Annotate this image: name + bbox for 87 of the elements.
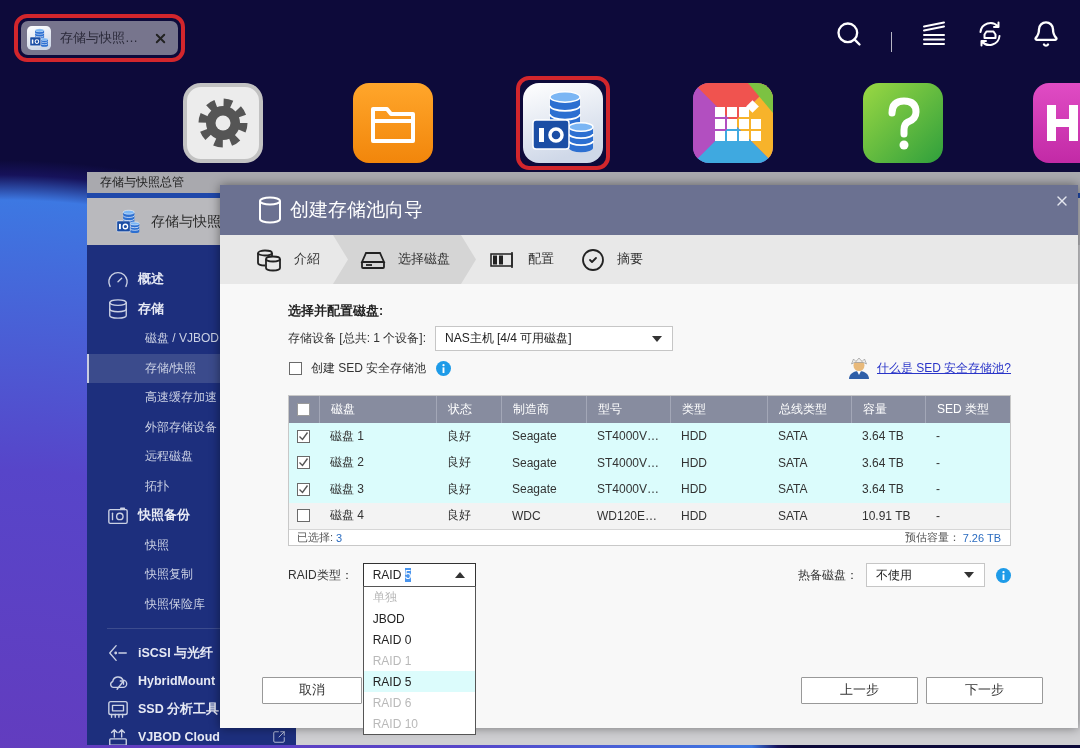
table-cell-text: 磁盘 2	[329, 454, 365, 472]
field-label: 存储设备 [总共: 1 个设备]:	[288, 330, 426, 347]
chevron-icon	[107, 642, 129, 664]
table-cell-text: SATA	[777, 481, 809, 499]
sidebar-item[interactable]: VJBOD Cloud	[87, 723, 296, 745]
table-cell-text: -	[935, 481, 941, 499]
question-mark-app-icon[interactable]	[863, 83, 943, 163]
hot-spare-select[interactable]: 不使用	[866, 563, 985, 587]
help-link[interactable]: 什么是 SED 安全存储池?	[877, 359, 1011, 377]
table-cell-text: 磁盘 3	[329, 480, 365, 498]
table-row[interactable]: 磁盘 1 良好 Seagate ST4000V… HDD SATA 3.64 TB -	[289, 423, 1010, 450]
checkbox-label: 创建 SED 安全存储池	[311, 359, 427, 377]
table-cell-text: 良好	[446, 454, 472, 472]
checkbox[interactable]	[297, 482, 310, 496]
checkbox[interactable]	[297, 429, 310, 443]
table-row[interactable]: 磁盘 2 良好 Seagate ST4000V… HDD SATA 3.64 TB -	[289, 449, 1010, 476]
storage-app-icon[interactable]	[523, 83, 603, 163]
table-cell-text: Seagate	[511, 454, 558, 472]
storage-app-icon	[27, 26, 51, 50]
table-cell-text: -	[935, 507, 941, 525]
back-button[interactable]: 上一步	[801, 677, 918, 704]
database-icon	[107, 298, 129, 321]
info-icon[interactable]	[996, 567, 1011, 583]
table-cell-text: SATA	[777, 507, 809, 525]
checkbox[interactable]	[297, 509, 310, 523]
section-title: 选择并配置磁盘:	[288, 303, 385, 320]
dropdown-option[interactable]: RAID 5	[363, 671, 475, 692]
table-cell-text: -	[935, 454, 941, 472]
stacked-lines-icon[interactable]	[920, 20, 948, 48]
table-cell-text: 磁盘 1	[329, 427, 365, 445]
table-cell-text: 3.64 TB	[861, 454, 905, 472]
gear-app-icon[interactable]	[183, 83, 263, 163]
table-cell-text: 3.64 TB	[861, 481, 905, 499]
table-cell-text: 良好	[446, 507, 472, 525]
capacity-label: 预估容量：	[904, 530, 960, 545]
table-cell-text: Seagate	[511, 481, 558, 499]
selected-count: 3	[336, 531, 343, 544]
checkbox[interactable]	[297, 456, 310, 470]
grid-app-icon[interactable]	[693, 83, 773, 163]
table-row[interactable]: 磁盘 4 良好 WDC WD120E… HDD SATA 10.91 TB -	[289, 502, 1010, 529]
database-icon	[258, 196, 282, 224]
capacity-value: 7.26 TB	[962, 531, 1001, 544]
selected-count-label: 已选择:	[297, 530, 334, 545]
table-cell-text: WDC	[511, 507, 542, 525]
table-cell-text: SATA	[777, 454, 809, 472]
cancel-button[interactable]: 取消	[262, 677, 362, 704]
wizard-step[interactable]: 摘要	[567, 235, 656, 284]
table-cell-text: 良好	[446, 480, 472, 498]
caret-icon	[652, 335, 662, 342]
cartoon-figure-icon	[847, 357, 871, 379]
caret-icon	[964, 572, 974, 578]
checkbox[interactable]	[289, 361, 302, 375]
table-cell-text: ST4000V…	[596, 454, 661, 472]
databases-icon	[256, 247, 282, 272]
wizard-step[interactable]: 配置	[476, 235, 567, 284]
table-cell-text: ST4000V…	[596, 428, 661, 446]
search-icon[interactable]	[834, 20, 863, 48]
table-row[interactable]: 磁盘 3 良好 Seagate ST4000V… HDD SATA 3.64 TB -	[289, 476, 1010, 503]
table-cell-text: Seagate	[511, 428, 558, 446]
next-button[interactable]: 下一步	[926, 677, 1043, 704]
app-title: 存储与快照	[151, 212, 221, 231]
table-cell-text: WD120E…	[596, 507, 659, 525]
table-cell-text: HDD	[680, 428, 708, 446]
device-select[interactable]: NAS主机 [4/4 可用磁盘]	[435, 326, 673, 351]
sidebar-item[interactable]: iSCSI 与光纤	[87, 639, 296, 667]
table-cell-text: HDD	[680, 454, 708, 472]
notification-bell-icon[interactable]	[1032, 20, 1060, 48]
field-label: 热备磁盘：	[798, 566, 858, 584]
table-cell-text: HDD	[680, 481, 708, 499]
external-link-icon[interactable]	[272, 730, 286, 744]
table-cell-text: 良好	[446, 427, 472, 445]
field-label: RAID类型：	[288, 566, 353, 584]
folder-app-icon[interactable]	[353, 83, 433, 163]
table-cell-text: HDD	[680, 507, 708, 525]
table-cell-text: 磁盘 4	[329, 507, 365, 525]
wizard-step[interactable]: 选择磁盘	[333, 235, 476, 284]
table-cell-text: -	[935, 428, 941, 446]
checkbox[interactable]	[297, 403, 310, 416]
table-cell-text: SATA	[777, 428, 809, 446]
check-circle-icon	[581, 247, 605, 272]
table-cell-text: 10.91 TB	[861, 507, 912, 525]
info-icon[interactable]	[436, 360, 452, 376]
drive-icon	[107, 698, 129, 720]
table-cell-text: ST4000V…	[596, 481, 661, 499]
dialog-title: 创建存储池向导	[290, 198, 423, 222]
upload-drive-icon	[107, 726, 129, 745]
table-cell-text: 3.64 TB	[861, 428, 905, 446]
